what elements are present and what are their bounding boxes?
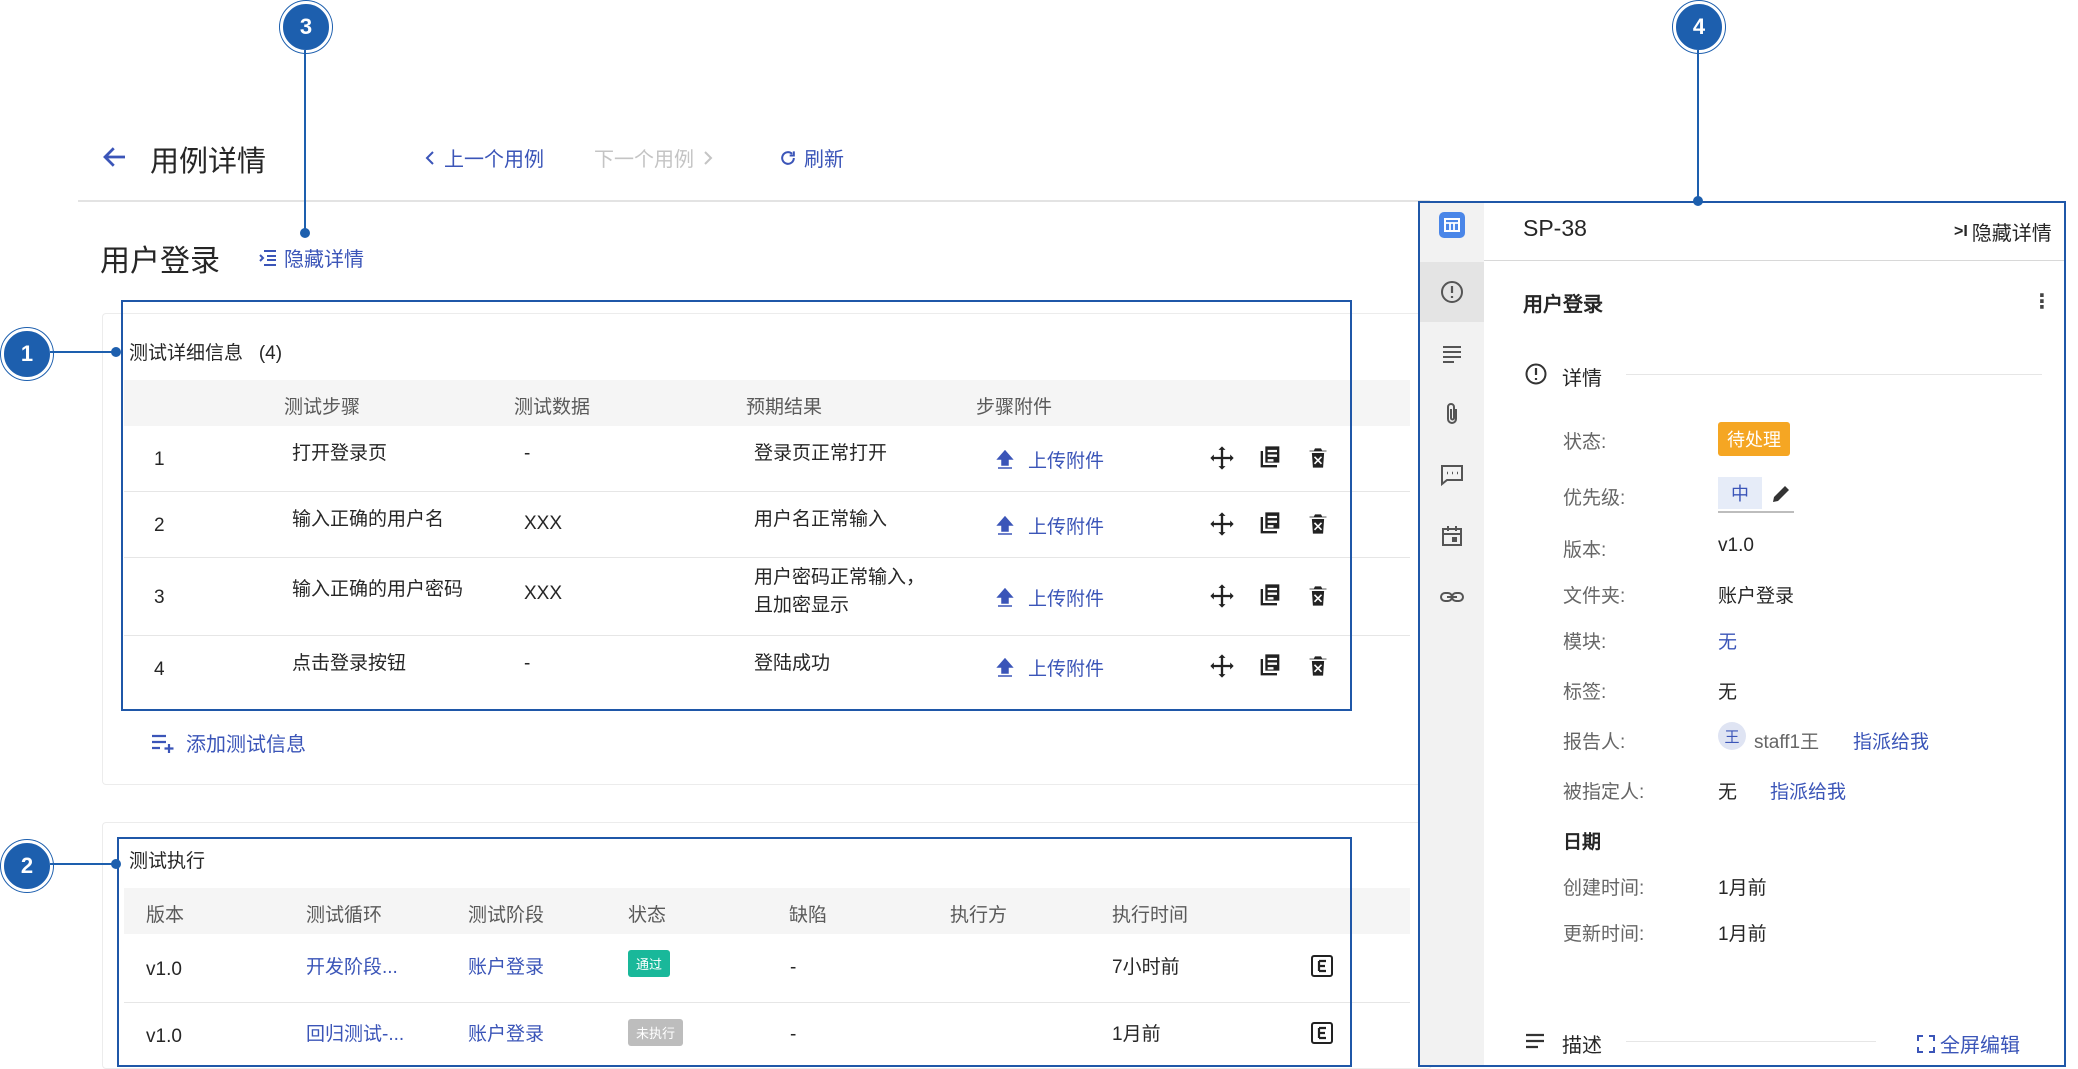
description-heading: 描述	[1562, 1035, 1602, 1057]
prev-case-label: 上一个用例	[444, 149, 544, 171]
panel-header-divider	[1484, 260, 2064, 261]
annotation-box-2	[117, 837, 1352, 1067]
annotation-marker-4: 4	[1673, 1, 1725, 53]
back-arrow-icon[interactable]	[100, 142, 130, 172]
date-heading: 日期	[1563, 832, 1602, 853]
add-list-icon	[152, 734, 174, 753]
module-value[interactable]: 无	[1718, 627, 1737, 654]
refresh-icon	[781, 150, 795, 165]
fullscreen-icon	[1917, 1034, 1935, 1053]
more-menu-icon[interactable]: ⋮	[2032, 289, 2052, 314]
page-title: 用例详情	[150, 146, 267, 178]
annotation-marker-3: 3	[280, 1, 332, 53]
annotation-dot-1	[111, 347, 121, 357]
updated-label: 更新时间:	[1563, 924, 1645, 945]
created-label: 创建时间:	[1563, 878, 1645, 899]
next-case-label: 下一个用例	[594, 149, 694, 171]
folder-label: 文件夹:	[1563, 586, 1626, 607]
issue-key: SP-38	[1523, 215, 1587, 241]
status-pill[interactable]: 待处理	[1718, 422, 1790, 456]
avatar: 王	[1718, 722, 1746, 750]
case-title: 用户登录	[100, 245, 220, 278]
version-value: v1.0	[1718, 535, 1754, 556]
reporter-label: 报告人:	[1563, 732, 1626, 753]
updated-value: 1月前	[1718, 924, 1767, 945]
panel-rail	[1420, 203, 1484, 1065]
tag-value: 无	[1718, 682, 1738, 703]
status-label: 状态:	[1563, 432, 1607, 453]
details-panel: SP-38 >I 隐藏详情 用户登录 ⋮ 详情 状态: 待处理 优先级: 中 版…	[1418, 201, 2066, 1067]
panel-case-title: 用户登录	[1523, 294, 1603, 316]
annotation-dot-2	[111, 859, 121, 869]
add-test-info-label: 添加测试信息	[186, 734, 306, 756]
chevron-left-icon	[425, 150, 434, 165]
folder-value: 账户登录	[1718, 586, 1795, 607]
header-divider	[78, 200, 1430, 202]
panel-left-border	[1418, 201, 1420, 1063]
refresh-label: 刷新	[804, 149, 844, 171]
panel-hide-details-label: 隐藏详情	[1971, 223, 2052, 245]
annotation-box-1	[121, 300, 1352, 711]
priority-label: 优先级:	[1563, 488, 1626, 509]
comment-icon[interactable]	[1438, 461, 1466, 489]
prev-case-button[interactable]: 上一个用例	[424, 143, 544, 172]
version-label: 版本:	[1563, 540, 1607, 561]
annotation-dot-4	[1693, 196, 1703, 206]
annotation-leader-4	[1697, 50, 1699, 200]
edit-pencil-icon[interactable]	[1770, 483, 1792, 505]
assignee-label: 被指定人:	[1563, 782, 1645, 803]
description-icon[interactable]	[1438, 339, 1466, 367]
chevron-right-icon	[704, 150, 713, 165]
annotation-leader-1	[50, 351, 116, 353]
annotation-leader-3	[304, 50, 306, 232]
details-heading: 详情	[1562, 368, 1602, 390]
fullscreen-edit-button[interactable]: 全屏编辑	[1916, 1029, 2020, 1058]
info-circle-icon[interactable]	[1438, 278, 1466, 306]
collapse-list-icon	[259, 249, 276, 266]
table-icon[interactable]	[1438, 211, 1466, 239]
fullscreen-edit-label: 全屏编辑	[1940, 1035, 2020, 1057]
hide-details-label: 隐藏详情	[284, 249, 364, 271]
hide-details-button[interactable]: 隐藏详情	[258, 243, 364, 272]
annotation-marker-1: 1	[1, 328, 53, 380]
reporter-assign-to-me-link[interactable]: 指派给我	[1853, 727, 1929, 754]
annotation-marker-2: 2	[1, 840, 53, 892]
attachment-icon[interactable]	[1438, 400, 1466, 428]
module-label: 模块:	[1563, 632, 1607, 653]
assignee-value: 无	[1718, 782, 1738, 803]
link-icon[interactable]	[1438, 583, 1466, 611]
panel-hide-details-button[interactable]: >I 隐藏详情	[1954, 217, 2052, 246]
created-value: 1月前	[1718, 878, 1767, 899]
tag-label: 标签:	[1563, 682, 1607, 703]
collapse-right-icon: >I	[1954, 222, 1968, 240]
details-divider	[1626, 374, 2042, 375]
priority-field[interactable]: 中	[1718, 477, 1794, 513]
description-heading-icon	[1526, 1033, 1544, 1049]
refresh-button[interactable]: 刷新	[778, 143, 844, 172]
details-info-icon	[1525, 363, 1547, 385]
add-test-info-button[interactable]: 添加测试信息	[150, 728, 306, 757]
annotation-dot-3	[300, 228, 310, 238]
annotation-leader-2	[50, 863, 116, 865]
priority-value: 中	[1718, 477, 1762, 509]
description-divider	[1626, 1041, 1876, 1042]
next-case-button[interactable]: 下一个用例	[594, 143, 714, 172]
calendar-icon[interactable]	[1438, 522, 1466, 550]
reporter-value: staff1王	[1754, 732, 1820, 753]
assignee-assign-to-me-link[interactable]: 指派给我	[1770, 777, 1846, 804]
